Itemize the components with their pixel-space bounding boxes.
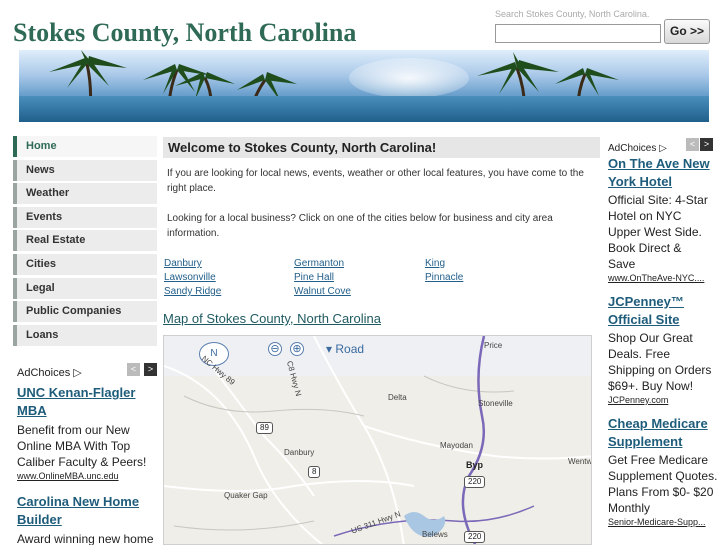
city-link-sandy-ridge[interactable]: Sandy Ridge: [164, 286, 221, 297]
header-banner-image: [19, 50, 709, 122]
ad-title[interactable]: Cheap Medicare Supplement: [608, 415, 718, 451]
map-place-label: Mayodan: [440, 441, 473, 450]
map-place-label: Stoneville: [478, 399, 513, 408]
intro-text: If you are looking for local news, event…: [167, 166, 592, 241]
right-ad-block: AdChoices ▷ < > On The Ave New York Hote…: [608, 138, 727, 529]
search-input[interactable]: [495, 24, 661, 43]
intro-paragraph: If you are looking for local news, event…: [167, 168, 584, 194]
ad-body: Shop Our Great Deals. Free Shipping on O…: [608, 331, 712, 393]
map-roads-graphic: [164, 336, 591, 544]
ad-url[interactable]: JCPenney.com: [608, 394, 712, 407]
banner-sky-glow: [349, 58, 469, 98]
nav-item-legal[interactable]: Legal: [13, 277, 157, 299]
zoom-out-icon[interactable]: ⊖: [268, 342, 282, 356]
ad-title[interactable]: On The Ave New York Hotel: [608, 155, 712, 191]
city-link-germanton[interactable]: Germanton: [294, 258, 344, 269]
ad-body: Benefit from our New Online MBA With Top…: [17, 423, 147, 469]
nav-item-public-companies[interactable]: Public Companies: [13, 301, 157, 323]
nav-item-news[interactable]: News: [13, 159, 157, 181]
ad-title[interactable]: UNC Kenan-Flagler MBA: [17, 384, 157, 420]
ad-url[interactable]: www.OnlineMBA.unc.edu: [17, 470, 157, 483]
map-place-label: Belews: [422, 530, 448, 539]
map-place-label: Danbury: [284, 448, 315, 457]
site-title[interactable]: Stokes County, North Carolina: [13, 18, 356, 48]
go-button[interactable]: Go >>: [664, 19, 710, 44]
route-shield-icon: 220: [464, 476, 486, 488]
map-place-label: Wentw: [568, 457, 592, 466]
banner-sea: [19, 96, 709, 122]
nav-item-real-estate[interactable]: Real Estate: [13, 230, 157, 252]
ad-title[interactable]: Carolina New Home Builder: [17, 493, 157, 529]
sidebar-nav: Home News Weather Events Real Estate Cit…: [13, 136, 157, 348]
nav-item-events[interactable]: Events: [13, 206, 157, 228]
city-link-danbury[interactable]: Danbury: [164, 258, 202, 269]
ad-prev-arrow-icon[interactable]: <: [686, 138, 699, 151]
ad-next-arrow-icon[interactable]: >: [144, 363, 157, 376]
ad-url[interactable]: Senior-Medicare-Supp...: [608, 516, 718, 529]
map-place-label: Price: [484, 341, 503, 350]
ad-url[interactable]: www.OnTheAve-NYC....: [608, 272, 712, 285]
ad-next-arrow-icon[interactable]: >: [700, 138, 713, 151]
route-shield-icon: 8: [308, 466, 321, 478]
nav-item-home[interactable]: Home: [13, 136, 157, 157]
adchoices-label[interactable]: AdChoices ▷: [608, 143, 667, 154]
city-link-king[interactable]: King: [425, 258, 445, 269]
adchoices-label[interactable]: AdChoices ▷: [17, 367, 82, 379]
zoom-in-icon[interactable]: ⊕: [290, 342, 304, 356]
nav-item-cities[interactable]: Cities: [13, 253, 157, 275]
search-caption: Search Stokes County, North Carolina.: [495, 9, 650, 19]
route-shield-icon: 220: [464, 531, 486, 543]
ad-title[interactable]: JCPenney™ Official Site: [608, 293, 712, 329]
route-shield-icon: 89: [256, 422, 273, 434]
map-place-label: Quaker Gap: [224, 491, 268, 500]
nav-item-weather[interactable]: Weather: [13, 183, 157, 205]
city-link-walnut-cove[interactable]: Walnut Cove: [294, 286, 351, 297]
map-place-label: Delta: [388, 393, 407, 402]
map-road-label: Byp: [466, 460, 484, 470]
city-link-pine-hall[interactable]: Pine Hall: [294, 272, 334, 283]
ad-prev-arrow-icon[interactable]: <: [127, 363, 140, 376]
adchoices-icon: ▷: [73, 367, 82, 379]
map-view-mode-dropdown[interactable]: ▾ Road: [326, 342, 364, 356]
map-heading: Map of Stokes County, North Carolina: [163, 311, 381, 326]
ad-body: Official Site: 4-Star Hotel on NYC Upper…: [608, 193, 708, 271]
nav-item-loans[interactable]: Loans: [13, 324, 157, 346]
ad-body: Award winning new home: [17, 532, 154, 545]
welcome-heading: Welcome to Stokes County, North Carolina…: [163, 137, 600, 158]
adchoices-icon: ▷: [659, 143, 667, 154]
city-link-pinnacle[interactable]: Pinnacle: [425, 272, 463, 283]
left-ad-block: AdChoices ▷ < > UNC Kenan-Flagler MBA Be…: [17, 363, 157, 545]
county-map[interactable]: N ⊖ ⊕ ▾ Road Price Delta Stoneville Mayo…: [163, 335, 592, 545]
ad-body: Get Free Medicare Supplement Quotes. Pla…: [608, 453, 718, 515]
intro-paragraph: Looking for a local business? Click on o…: [167, 213, 553, 239]
city-link-lawsonville[interactable]: Lawsonville: [164, 272, 216, 283]
